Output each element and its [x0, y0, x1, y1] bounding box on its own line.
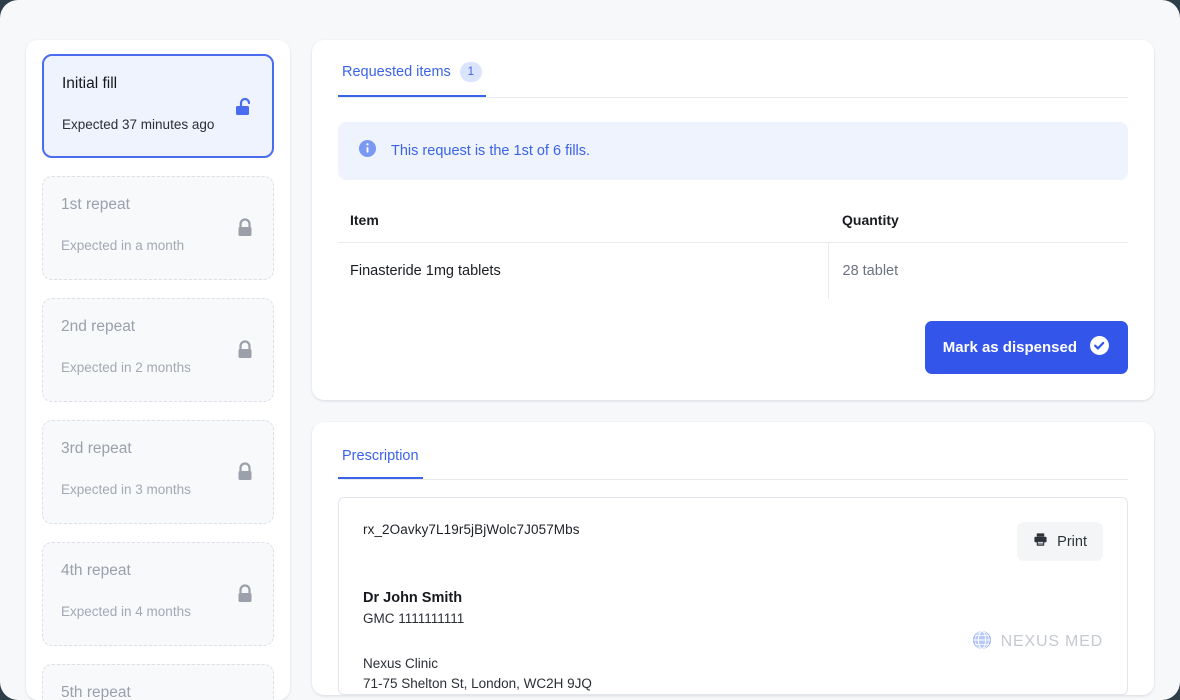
clinic-name: Nexus Clinic — [363, 654, 592, 674]
tab-prescription[interactable]: Prescription — [338, 448, 423, 479]
fill-card-2nd-repeat[interactable]: 2nd repeat Expected in 2 months — [42, 298, 274, 402]
prescriber-gmc: GMC 1111111111 — [363, 611, 592, 626]
fill-card-3rd-repeat[interactable]: 3rd repeat Expected in 3 months — [42, 420, 274, 524]
fills-sidebar: Initial fill Expected 37 minutes ago 1st… — [26, 40, 290, 700]
lock-icon — [235, 339, 257, 363]
tab-label: Prescription — [342, 448, 419, 464]
fill-card-title: 2nd repeat — [61, 317, 255, 337]
requested-items-tabs: Requested items 1 — [338, 40, 1128, 98]
unlock-icon — [234, 96, 256, 120]
prescription-id: rx_2Oavky7L19r5jBjWolc7J057Mbs — [363, 522, 580, 537]
prescription-tabs: Prescription — [338, 422, 1128, 480]
print-button[interactable]: Print — [1017, 522, 1103, 561]
fill-card-title: Initial fill — [62, 74, 254, 94]
mark-as-dispensed-button[interactable]: Mark as dispensed — [925, 321, 1128, 374]
fill-card-subtitle: Expected 37 minutes ago — [62, 116, 254, 133]
info-banner-text: This request is the 1st of 6 fills. — [391, 143, 590, 159]
tab-requested-items[interactable]: Requested items 1 — [338, 62, 486, 97]
prescription-card: Prescription rx_2Oavky7L19r5jBjWolc7J057… — [312, 422, 1154, 695]
fill-card-4th-repeat[interactable]: 4th repeat Expected in 4 months — [42, 542, 274, 646]
print-button-label: Print — [1057, 534, 1087, 550]
fill-card-title: 4th repeat — [61, 561, 255, 581]
printer-icon — [1033, 532, 1048, 551]
lock-icon — [235, 583, 257, 607]
app-root: Initial fill Expected 37 minutes ago 1st… — [0, 0, 1180, 700]
prescription-document: rx_2Oavky7L19r5jBjWolc7J057Mbs — [338, 497, 1128, 695]
fill-card-subtitle: Expected in 4 months — [61, 603, 255, 620]
info-circle-icon — [358, 139, 377, 163]
column-header-quantity: Quantity — [828, 200, 1128, 243]
brand-name: NEXUS MED — [1001, 633, 1103, 651]
fill-card-title: 3rd repeat — [61, 439, 255, 459]
table-header-row: Item Quantity — [338, 200, 1128, 243]
fill-card-title: 5th repeat — [61, 683, 255, 700]
table-row: Finasteride 1mg tablets 28 tablet — [338, 243, 1128, 300]
prescriber-name: Dr John Smith — [363, 590, 592, 606]
fill-card-subtitle: Expected in a month — [61, 237, 255, 254]
fill-card-5th-repeat[interactable]: 5th repeat Expected in 5 months — [42, 664, 274, 700]
tab-label: Requested items — [342, 64, 451, 80]
fill-card-title: 1st repeat — [61, 195, 255, 215]
fills-info-banner: This request is the 1st of 6 fills. — [338, 122, 1128, 180]
cell-item-name: Finasteride 1mg tablets — [338, 243, 828, 300]
check-circle-icon — [1089, 335, 1110, 360]
lock-icon — [235, 217, 257, 241]
globe-icon — [972, 630, 992, 655]
mark-as-dispensed-label: Mark as dispensed — [943, 339, 1077, 356]
prescription-document-header: rx_2Oavky7L19r5jBjWolc7J057Mbs — [363, 522, 1103, 561]
actions-row: Mark as dispensed — [338, 321, 1128, 374]
brand-logo: NEXUS MED — [972, 590, 1103, 694]
lock-icon — [235, 461, 257, 485]
tab-badge-count: 1 — [460, 62, 482, 82]
requested-items-card: Requested items 1 This request is the 1s… — [312, 40, 1154, 400]
clinic-block: Nexus Clinic 71-75 Shelton St, London, W… — [363, 654, 592, 694]
column-header-item: Item — [338, 200, 828, 243]
cell-item-quantity: 28 tablet — [828, 243, 1128, 300]
prescription-document-body: Dr John Smith GMC 1111111111 Nexus Clini… — [363, 590, 1103, 694]
page-layout: Initial fill Expected 37 minutes ago 1st… — [0, 0, 1180, 700]
fill-card-subtitle: Expected in 2 months — [61, 359, 255, 376]
main-content: Requested items 1 This request is the 1s… — [312, 40, 1154, 700]
fill-card-1st-repeat[interactable]: 1st repeat Expected in a month — [42, 176, 274, 280]
fill-card-initial-fill[interactable]: Initial fill Expected 37 minutes ago — [42, 54, 274, 158]
prescriber-block: Dr John Smith GMC 1111111111 Nexus Clini… — [363, 590, 592, 694]
fill-card-subtitle: Expected in 3 months — [61, 481, 255, 498]
clinic-address: 71-75 Shelton St, London, WC2H 9JQ — [363, 674, 592, 694]
requested-items-table: Item Quantity Finasteride 1mg tablets 28… — [338, 200, 1128, 299]
